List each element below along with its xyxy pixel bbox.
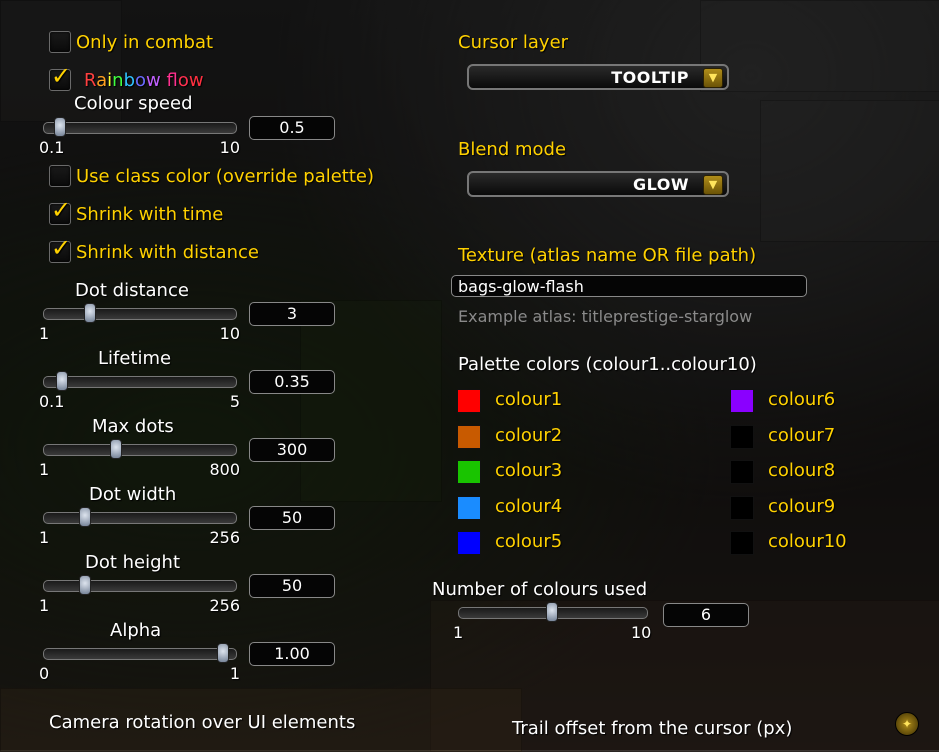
colour4-label: colour4 bbox=[495, 495, 563, 517]
blend-mode-dropdown[interactable]: GLOW ▼ bbox=[467, 171, 729, 197]
num-colours-value[interactable]: 6 bbox=[663, 603, 749, 627]
max-dots-label: Max dots bbox=[92, 416, 174, 437]
dot-height-value[interactable]: 50 bbox=[249, 574, 335, 598]
texture-input[interactable]: bags-glow-flash bbox=[451, 275, 807, 297]
cursor-layer-value: TOOLTIP bbox=[611, 68, 689, 87]
dot-height-label: Dot height bbox=[85, 552, 181, 573]
only-in-combat-checkbox[interactable] bbox=[49, 31, 71, 53]
num-colours-slider-thumb[interactable] bbox=[546, 602, 558, 622]
dot-width-value[interactable]: 50 bbox=[249, 506, 335, 530]
max-dots-slider[interactable] bbox=[43, 439, 237, 459]
colour-speed-label: Colour speed bbox=[74, 93, 193, 114]
rainbow-letter: a bbox=[96, 70, 108, 91]
colour1-swatch[interactable] bbox=[457, 389, 481, 413]
dot-height-slider-thumb[interactable] bbox=[79, 575, 92, 595]
num-colours-slider[interactable] bbox=[458, 602, 648, 622]
use-class-color-label: Use class color (override palette) bbox=[76, 166, 375, 187]
rainbow-letter: w bbox=[188, 70, 204, 91]
dot-distance-slider[interactable] bbox=[43, 303, 237, 323]
dot-distance-slider-thumb[interactable] bbox=[84, 303, 97, 323]
colour5-swatch[interactable] bbox=[457, 531, 481, 555]
colour2-swatch[interactable] bbox=[457, 424, 481, 449]
rainbow-letter: b bbox=[123, 70, 136, 91]
alpha-slider[interactable] bbox=[43, 643, 237, 663]
max-dots-slider-thumb[interactable] bbox=[109, 439, 122, 459]
colour8-label: colour8 bbox=[768, 460, 836, 481]
use-class-color-checkbox[interactable] bbox=[49, 165, 71, 187]
colour3-swatch[interactable] bbox=[457, 460, 481, 484]
colour7-label: colour7 bbox=[768, 424, 836, 446]
colour8-swatch[interactable] bbox=[730, 460, 754, 484]
colour-speed-max: 10 bbox=[219, 138, 240, 157]
colour9-label: colour9 bbox=[768, 495, 836, 517]
colour10-label: colour10 bbox=[768, 531, 847, 552]
minimap-button-icon[interactable]: ✦ bbox=[895, 712, 919, 736]
rainbow-letter: o bbox=[177, 70, 189, 91]
colour-speed-value[interactable]: 0.5 bbox=[249, 116, 335, 140]
checkmark-icon: ✓ bbox=[51, 234, 72, 262]
colour6-label: colour6 bbox=[768, 389, 836, 410]
rainbow-letter: o bbox=[135, 70, 147, 91]
dot-distance-max: 10 bbox=[219, 324, 240, 343]
rainbow-letter: f bbox=[166, 70, 178, 91]
dot-height-max: 256 bbox=[209, 596, 240, 615]
colour3-label: colour3 bbox=[495, 460, 563, 481]
lifetime-label: Lifetime bbox=[98, 348, 172, 369]
colour4-swatch[interactable] bbox=[457, 495, 481, 520]
dot-width-slider-thumb[interactable] bbox=[79, 507, 92, 527]
dot-width-label: Dot width bbox=[89, 484, 177, 505]
shrink-with-distance-checkbox[interactable]: ✓ bbox=[49, 234, 71, 263]
trail-offset-label: Trail offset from the cursor (px) bbox=[512, 718, 793, 739]
checkmark-icon: ✓ bbox=[51, 196, 72, 224]
colour2-label: colour2 bbox=[495, 424, 563, 446]
shrink-with-time-checkbox[interactable]: ✓ bbox=[49, 196, 71, 225]
colour-speed-slider-thumb[interactable] bbox=[53, 117, 66, 137]
max-dots-max: 800 bbox=[209, 460, 240, 479]
colour9-swatch[interactable] bbox=[730, 495, 754, 520]
blend-mode-value: GLOW bbox=[632, 175, 689, 194]
alpha-value[interactable]: 1.00 bbox=[249, 642, 335, 666]
cursor-layer-dropdown[interactable]: TOOLTIP ▼ bbox=[467, 64, 729, 90]
arrow-down-icon[interactable]: ▼ bbox=[703, 175, 723, 195]
dot-height-slider[interactable] bbox=[43, 575, 237, 595]
palette-title: Palette colors (colour1..colour10) bbox=[458, 354, 757, 375]
dot-distance-value[interactable]: 3 bbox=[249, 302, 335, 326]
dot-distance-label: Dot distance bbox=[75, 280, 189, 301]
arrow-down-icon[interactable]: ▼ bbox=[703, 68, 723, 88]
num-colours-min: 1 bbox=[453, 623, 464, 642]
max-dots-value[interactable]: 300 bbox=[249, 438, 335, 462]
shrink-with-time-label: Shrink with time bbox=[76, 204, 224, 225]
colour-speed-slider[interactable] bbox=[43, 117, 237, 137]
colour10-swatch[interactable] bbox=[730, 531, 754, 555]
texture-label: Texture (atlas name OR file path) bbox=[458, 245, 757, 266]
rainbow-flow-label: Rainbow flow bbox=[84, 70, 204, 91]
lifetime-slider[interactable] bbox=[43, 371, 237, 391]
alpha-max: 1 bbox=[229, 664, 240, 683]
dot-width-max: 256 bbox=[209, 528, 240, 547]
blend-mode-label: Blend mode bbox=[458, 139, 567, 160]
checkmark-icon: ✓ bbox=[51, 62, 72, 90]
rainbow-letter: n bbox=[112, 70, 124, 91]
num-colours-label: Number of colours used bbox=[432, 579, 648, 600]
shrink-with-distance-label: Shrink with distance bbox=[76, 242, 259, 263]
rainbow-flow-checkbox[interactable]: ✓ bbox=[49, 62, 71, 91]
only-in-combat-label: Only in combat bbox=[76, 32, 214, 53]
colour5-label: colour5 bbox=[495, 531, 563, 552]
rainbow-letter: w bbox=[146, 70, 161, 91]
lifetime-value[interactable]: 0.35 bbox=[249, 370, 335, 394]
colour7-swatch[interactable] bbox=[730, 424, 754, 449]
alpha-slider-thumb[interactable] bbox=[217, 643, 229, 663]
lifetime-slider-thumb[interactable] bbox=[55, 371, 68, 391]
dot-width-slider[interactable] bbox=[43, 507, 237, 527]
alpha-label: Alpha bbox=[110, 620, 162, 641]
cursor-layer-label: Cursor layer bbox=[458, 32, 569, 53]
camera-rotation-label: Camera rotation over UI elements bbox=[49, 712, 356, 733]
rainbow-letter: R bbox=[84, 70, 97, 91]
colour6-swatch[interactable] bbox=[730, 389, 754, 413]
lifetime-max: 5 bbox=[229, 392, 240, 411]
colour1-label: colour1 bbox=[495, 389, 563, 410]
texture-hint: Example atlas: titleprestige-starglow bbox=[458, 307, 753, 326]
num-colours-max: 10 bbox=[631, 623, 652, 642]
